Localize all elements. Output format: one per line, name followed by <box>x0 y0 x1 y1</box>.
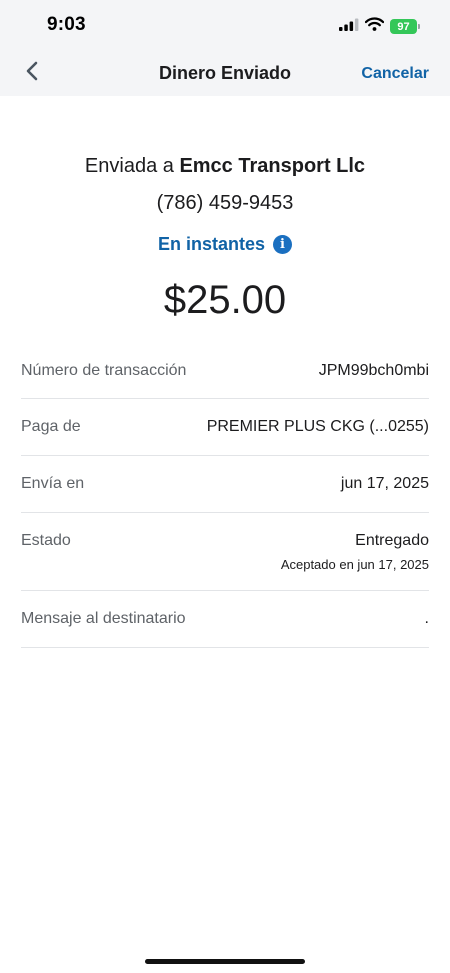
wifi-icon <box>364 17 385 36</box>
send-on-value: jun 17, 2025 <box>340 475 429 492</box>
detail-label: Mensaje al destinatario <box>21 610 186 627</box>
detail-label: Envía en <box>21 475 85 492</box>
detail-label: Estado <box>21 532 71 549</box>
delivery-speed: En instantes i <box>0 234 450 255</box>
detail-row-pay-from: Paga de PREMIER PLUS CKG (...0255) <box>21 399 429 456</box>
detail-row-recipient-message: Mensaje al destinatario . <box>21 591 429 648</box>
detail-row-status: Estado Entregado Aceptado en jun 17, 202… <box>21 513 429 591</box>
home-indicator <box>145 959 305 964</box>
recipient-line: Enviada a Emcc Transport Llc <box>0 155 450 178</box>
battery-tip <box>418 24 420 29</box>
battery-level: 97 <box>390 19 417 34</box>
top-area: 9:03 97 Dinero Enviado Cancelar <box>0 0 450 96</box>
detail-label: Número de transacción <box>21 362 187 379</box>
recipient-name: Emcc Transport Llc <box>179 155 366 177</box>
status-value: Entregado <box>355 532 429 549</box>
delivery-speed-label: En instantes <box>157 234 266 254</box>
detail-label: Paga de <box>21 418 81 435</box>
nav-bar: Dinero Enviado Cancelar <box>0 50 450 96</box>
status-subtext: Aceptado en jun 17, 2025 <box>280 557 429 572</box>
recipient-message-value: . <box>424 610 429 627</box>
detail-row-transaction-number: Número de transacción JPM99bch0mbi <box>21 343 429 399</box>
recipient-phone: (786) 459-9453 <box>156 192 294 214</box>
transaction-details: Número de transacción JPM99bch0mbi Paga … <box>21 343 429 648</box>
sent-to-prefix: Enviada a <box>84 155 180 177</box>
info-icon[interactable]: i <box>273 235 293 254</box>
status-bar: 9:03 97 <box>0 0 450 50</box>
cancel-button[interactable]: Cancelar <box>361 65 429 83</box>
detail-row-send-on: Envía en jun 17, 2025 <box>21 456 429 513</box>
amount: $25.00 <box>163 278 287 322</box>
status-icons: 97 <box>339 17 420 36</box>
battery-icon: 97 <box>390 19 420 34</box>
transaction-number-value: JPM99bch0mbi <box>318 362 429 379</box>
signal-icon <box>339 18 359 36</box>
status-time: 9:03 <box>47 14 86 35</box>
pay-from-value: PREMIER PLUS CKG (...0255) <box>206 418 429 435</box>
